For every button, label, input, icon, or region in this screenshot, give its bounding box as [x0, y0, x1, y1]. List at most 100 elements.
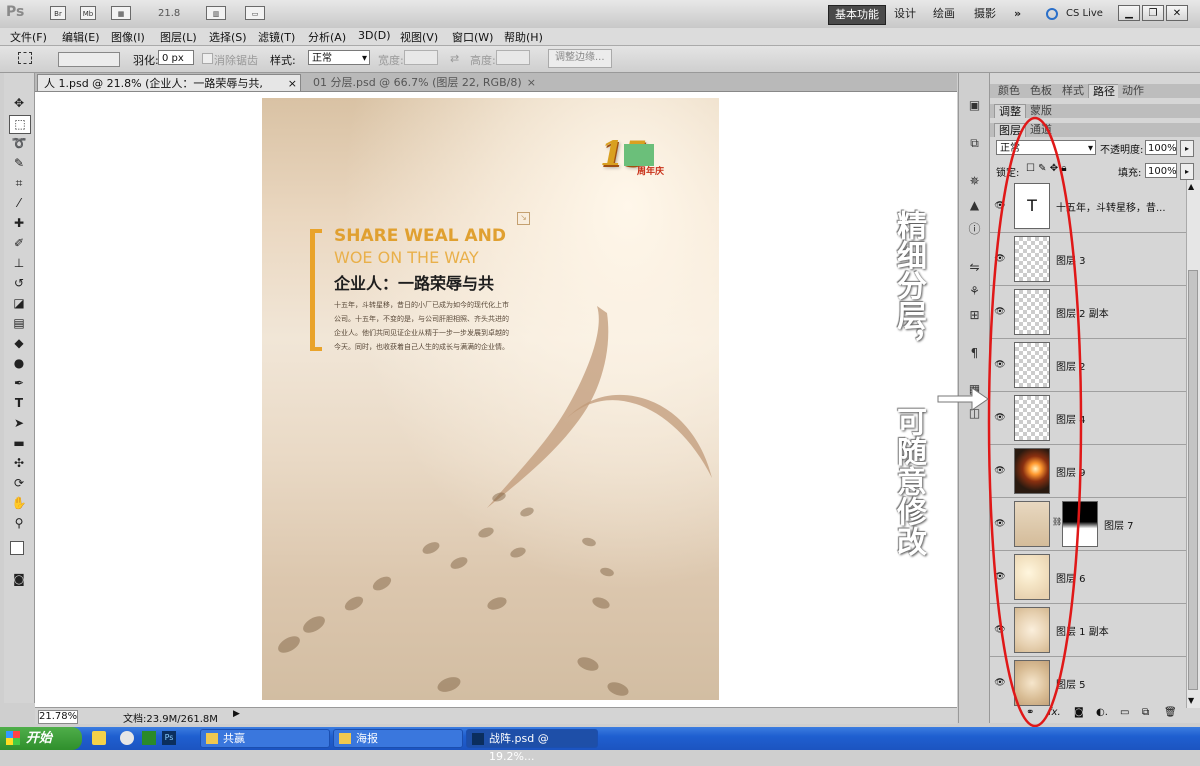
tab-styles[interactable]: 样式	[1058, 84, 1088, 98]
menu-view[interactable]: 视图(V)	[400, 29, 438, 45]
workspace-painting[interactable]: 绘画	[927, 5, 961, 23]
eyedropper-tool-icon[interactable]: ⁄	[9, 195, 29, 212]
type-tool-icon[interactable]: T	[9, 395, 29, 412]
gradient-tool-icon[interactable]: ▤	[9, 315, 29, 332]
arrange-documents-icon[interactable]: ▥	[206, 6, 226, 20]
antialias-checkbox[interactable]	[202, 53, 213, 64]
info-icon[interactable]: ⓘ	[966, 221, 983, 237]
blur-tool-icon[interactable]: ◆	[9, 335, 29, 352]
menu-layer[interactable]: 图层(L)	[160, 29, 197, 45]
tab-document-1[interactable]: 人 1.psd @ 21.8% (企业人：一路荣辱与共, RGB/8)×	[37, 74, 301, 107]
zoom-field[interactable]: 21.78%	[38, 710, 78, 724]
path-selection-tool-icon[interactable]: ➤	[9, 415, 29, 432]
tab-swatches[interactable]: 色板	[1026, 84, 1056, 98]
quick-mask-icon[interactable]: ◙	[9, 571, 29, 588]
quicklaunch-icon[interactable]	[92, 731, 106, 745]
quick-select-tool-icon[interactable]: ✎	[9, 155, 29, 172]
opacity-slider-icon[interactable]: ▸	[1180, 140, 1194, 157]
selection-mode-icons[interactable]	[58, 52, 120, 67]
cs-live-button[interactable]: CS Live	[1060, 5, 1109, 23]
3d-orbit-tool-icon[interactable]: ⟳	[9, 475, 29, 492]
3d-rotate-tool-icon[interactable]: ✣	[9, 455, 29, 472]
workspace-photography[interactable]: 摄影	[968, 5, 1002, 23]
close-icon[interactable]: ×	[288, 75, 297, 92]
history-icon[interactable]: ⧉	[966, 135, 983, 151]
menu-analysis[interactable]: 分析(A)	[308, 29, 346, 45]
restore-button[interactable]: ❐	[1142, 5, 1164, 21]
hand-tool-icon[interactable]: ✋	[9, 495, 29, 512]
opacity-input[interactable]: 100%	[1145, 140, 1177, 155]
menu-window[interactable]: 窗口(W)	[452, 29, 493, 45]
brush-tool-icon[interactable]: ✐	[9, 235, 29, 252]
marquee-preset-icon[interactable]	[18, 52, 32, 64]
history-brush-tool-icon[interactable]: ↺	[9, 275, 29, 292]
delete-layer-icon[interactable]: 🗑︎	[1164, 707, 1177, 718]
menu-filter[interactable]: 滤镜(T)	[258, 29, 295, 45]
clone-source-icon[interactable]: ⚘	[966, 283, 983, 299]
ie-icon[interactable]	[120, 731, 134, 745]
width-input[interactable]	[404, 50, 438, 65]
lasso-tool-icon[interactable]: ➰	[9, 135, 29, 152]
new-layer-icon[interactable]: ⧉	[1142, 707, 1149, 718]
menu-edit[interactable]: 编辑(E)	[62, 29, 100, 45]
bridge-button[interactable]: Br	[50, 6, 66, 20]
shape-tool-icon[interactable]: ▬	[9, 435, 29, 452]
style-select[interactable]: 正常 ▾	[308, 50, 370, 65]
more-workspaces-button[interactable]: »	[1008, 5, 1027, 23]
taskbar-item[interactable]: 共赢	[200, 729, 330, 748]
workspace-essentials[interactable]: 基本功能	[828, 5, 886, 25]
paragraph-icon[interactable]: ¶	[966, 345, 983, 361]
view-extras-icon[interactable]: ▦	[111, 6, 131, 20]
menu-file[interactable]: 文件(F)	[10, 29, 47, 45]
tool-presets-icon[interactable]: ⊞	[966, 307, 983, 323]
marquee-tool-icon[interactable]: ⬚	[9, 115, 31, 134]
histogram-icon[interactable]: ▲	[966, 197, 983, 213]
tab-color[interactable]: 颜色	[994, 84, 1024, 98]
healing-brush-tool-icon[interactable]: ✚	[9, 215, 29, 232]
menu-help[interactable]: 帮助(H)	[504, 29, 543, 45]
layer-list-scrollbar[interactable]: ▲ ▼	[1186, 180, 1200, 708]
zoom-level[interactable]: 21.8	[158, 8, 180, 19]
tab-paths[interactable]: 路径	[1088, 84, 1120, 98]
zoom-tool-icon[interactable]: ⚲	[9, 515, 29, 532]
height-input[interactable]	[496, 50, 530, 65]
new-group-icon[interactable]: ▭	[1120, 707, 1129, 718]
navigator-icon[interactable]: ✵	[966, 173, 983, 189]
close-button[interactable]: ✕	[1166, 5, 1188, 21]
menu-3d[interactable]: 3D(D)	[358, 29, 391, 42]
scroll-down-icon[interactable]: ▼	[1188, 696, 1194, 705]
close-icon[interactable]: ×	[527, 74, 536, 91]
fill-input[interactable]: 100%	[1145, 163, 1177, 178]
menu-select[interactable]: 选择(S)	[209, 29, 247, 45]
taskbar-item[interactable]: 战阵.psd @ 19.2%...	[466, 729, 598, 763]
swap-icon[interactable]: ⇄	[450, 52, 459, 65]
dodge-tool-icon[interactable]: ●	[9, 355, 29, 372]
workspace-design[interactable]: 设计	[888, 5, 922, 23]
minimize-button[interactable]: ▁	[1118, 5, 1140, 21]
tab-document-2[interactable]: 01 分层.psd @ 66.7% (图层 22, RGB/8) ×	[307, 74, 539, 91]
screen-mode-icon[interactable]: ▭	[245, 6, 265, 20]
tab-actions[interactable]: 动作	[1118, 84, 1148, 98]
photoshop-quicklaunch-icon[interactable]: Ps	[162, 731, 176, 745]
brush-presets-icon[interactable]: ⇋	[966, 259, 983, 275]
adjustment-layer-icon[interactable]: ◐.	[1096, 707, 1108, 718]
pen-tool-icon[interactable]: ✒	[9, 375, 29, 392]
menu-image[interactable]: 图像(I)	[111, 29, 145, 45]
refine-edge-button[interactable]: 调整边缘...	[548, 49, 612, 68]
scrollbar-thumb[interactable]	[1188, 270, 1198, 690]
quicklaunch-icon-2[interactable]	[142, 731, 156, 745]
scroll-up-icon[interactable]: ▲	[1188, 182, 1194, 191]
mini-bridge-icon[interactable]: ▣	[966, 97, 983, 113]
crop-tool-icon[interactable]: ⌗	[9, 175, 29, 192]
move-tool-icon[interactable]: ✥	[9, 95, 29, 112]
poster-artwork[interactable]: 15 周年庆 ↘ SHARE WEAL AND WOE ON THE WAY 企…	[262, 98, 719, 700]
feather-input[interactable]: 0 px	[158, 50, 194, 65]
taskbar-item[interactable]: 海报	[333, 729, 463, 748]
eraser-tool-icon[interactable]: ◪	[9, 295, 29, 312]
mini-bridge-button[interactable]: Mb	[80, 6, 96, 20]
foreground-color-swatch[interactable]	[10, 541, 24, 555]
clone-stamp-tool-icon[interactable]: ⊥	[9, 255, 29, 272]
status-menu-arrow-icon[interactable]: ▶	[233, 709, 240, 719]
fill-slider-icon[interactable]: ▸	[1180, 163, 1194, 180]
start-button[interactable]: 开始	[0, 727, 82, 750]
